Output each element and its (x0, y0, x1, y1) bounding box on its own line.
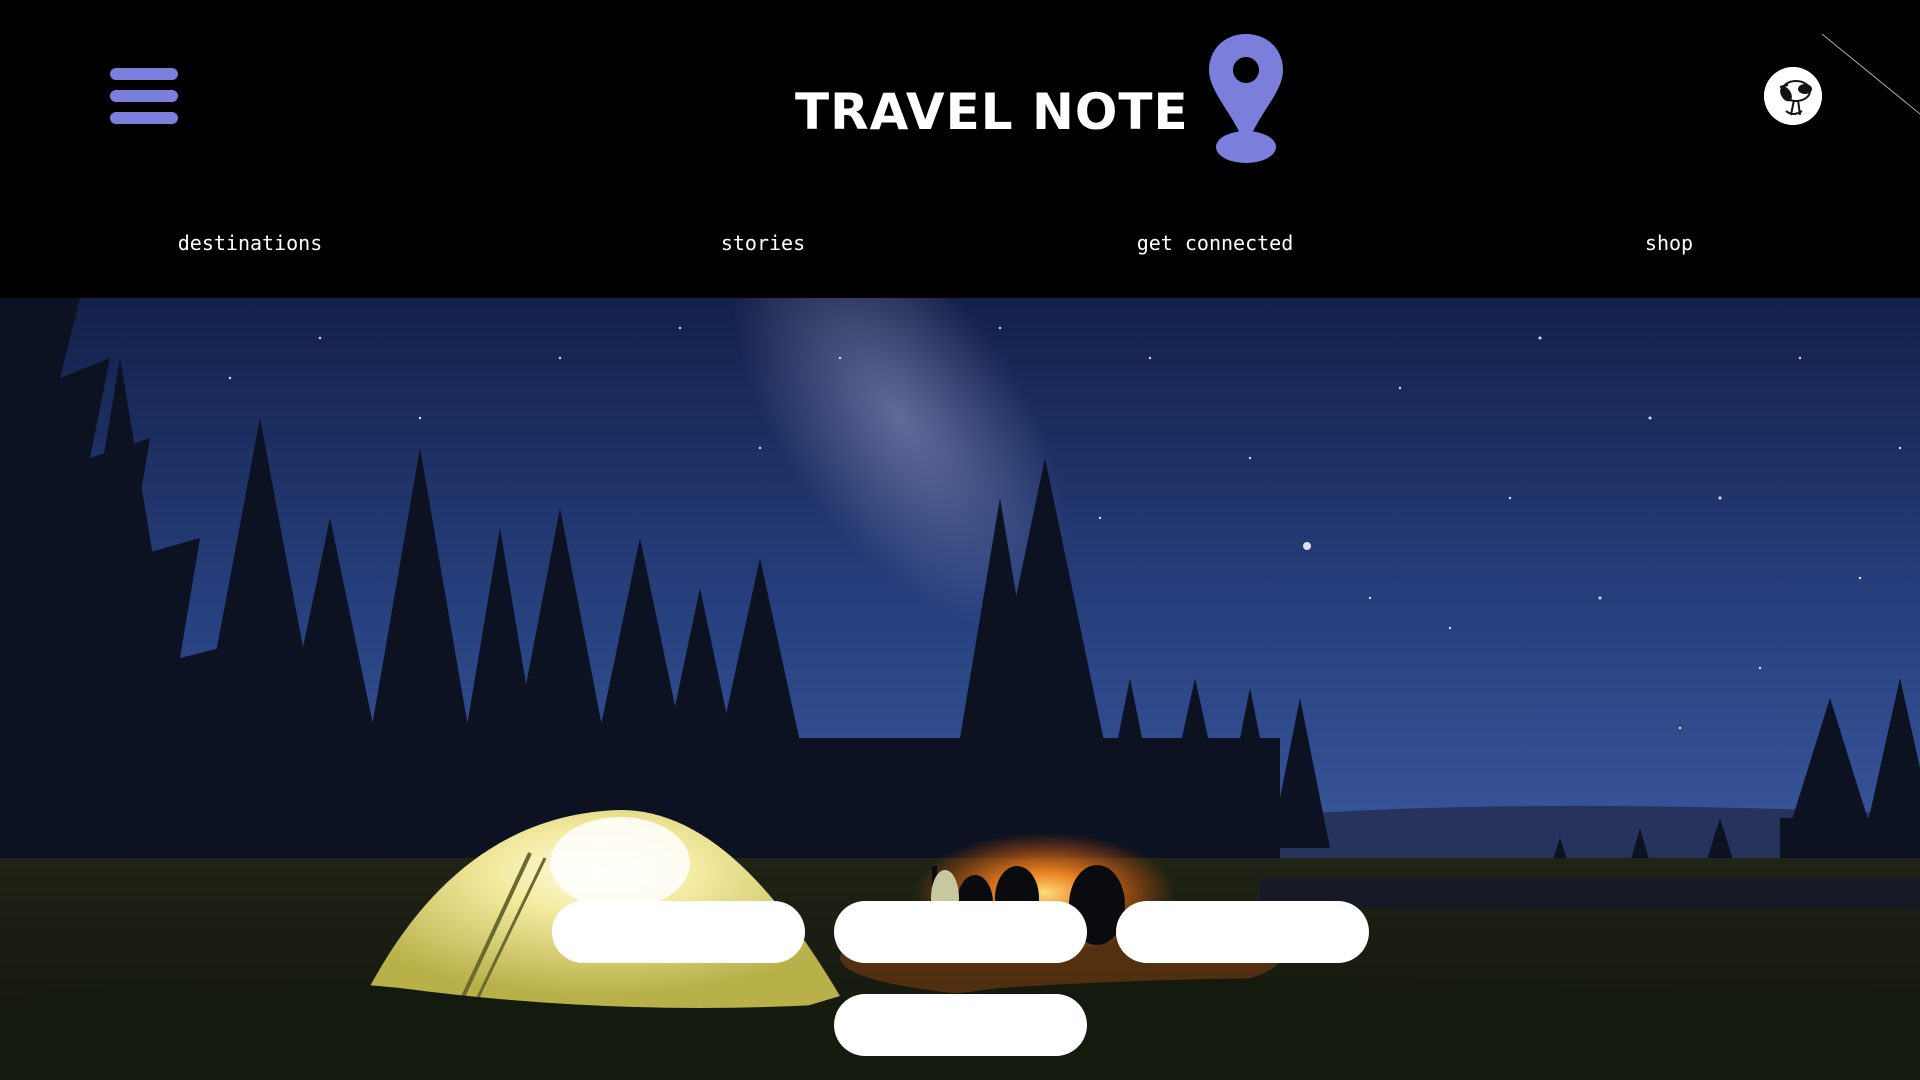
hero-section (0, 298, 1920, 1080)
avatar-image (1764, 67, 1822, 125)
site-header: TRAVEL NOTE destinations stories get con… (0, 0, 1920, 298)
menu-bar (110, 90, 178, 102)
menu-bar (110, 112, 178, 124)
hero-button-3[interactable] (1116, 901, 1369, 963)
nav-item-destinations[interactable]: destinations (178, 231, 323, 255)
nav-item-shop[interactable]: shop (1645, 231, 1693, 255)
hamburger-menu-icon[interactable] (110, 66, 178, 126)
site-title: TRAVEL NOTE (795, 83, 1189, 141)
menu-bar (110, 68, 178, 80)
brand-logo[interactable]: TRAVEL NOTE (795, 28, 1285, 168)
user-avatar-icon[interactable] (1764, 67, 1822, 125)
hero-button-1[interactable] (552, 901, 805, 963)
page: TRAVEL NOTE destinations stories get con… (0, 0, 1920, 1080)
hero-button-2[interactable] (834, 901, 1087, 963)
hero-button-4[interactable] (834, 994, 1087, 1056)
decorative-line (1821, 33, 1920, 115)
main-nav: destinations stories get connected shop (0, 225, 1920, 261)
nav-item-get-connected[interactable]: get connected (1137, 231, 1294, 255)
map-pin-icon (1208, 34, 1283, 163)
nav-item-stories[interactable]: stories (721, 231, 805, 255)
